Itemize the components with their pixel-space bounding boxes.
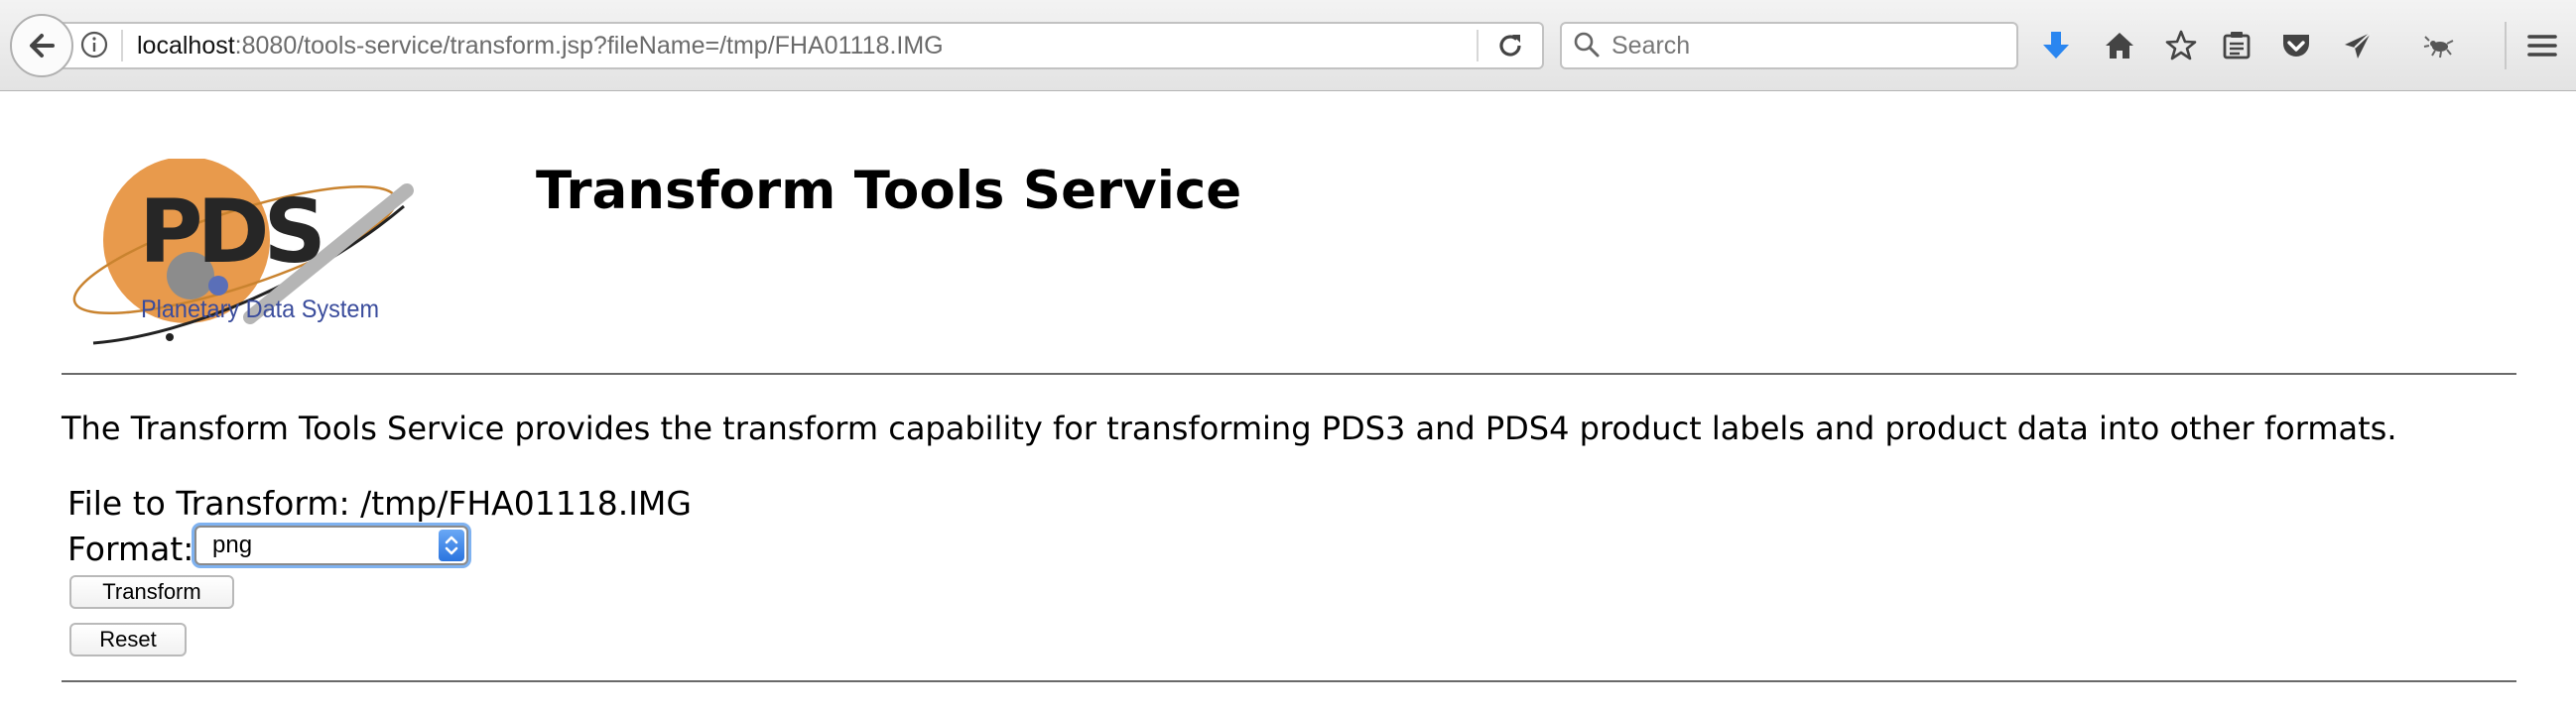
bookmark-star-icon[interactable] (2163, 28, 2199, 63)
logo-letters: PDS (139, 180, 321, 283)
info-icon[interactable] (79, 30, 109, 60)
select-arrows-icon (439, 530, 464, 561)
download-icon[interactable] (2038, 28, 2074, 63)
reset-button[interactable]: Reset (69, 623, 187, 656)
reload-separator (1477, 30, 1479, 61)
url-text[interactable]: localhost:8080/tools-service/transform.j… (137, 30, 944, 61)
pocket-icon[interactable] (2278, 28, 2314, 63)
divider-top (62, 373, 2516, 375)
file-label: File to Transform: (67, 484, 350, 523)
divider-bottom (62, 680, 2516, 682)
send-icon[interactable] (2340, 28, 2376, 63)
home-icon[interactable] (2102, 28, 2137, 63)
logo-caption: Planetary Data System (141, 296, 379, 323)
reload-icon[interactable] (1494, 30, 1526, 61)
transform-button[interactable]: Transform (69, 575, 234, 609)
back-icon (30, 34, 55, 58)
menu-icon[interactable] (2524, 28, 2560, 63)
format-label: Format: (67, 530, 194, 568)
service-description: The Transform Tools Service provides the… (62, 410, 2397, 447)
format-selected-value: png (212, 532, 253, 558)
file-name: /tmp/FHA01118.IMG (360, 484, 692, 523)
extension-bug-icon[interactable] (2421, 28, 2457, 63)
url-separator (121, 30, 123, 61)
file-to-transform: File to Transform: /tmp/FHA01118.IMG (67, 484, 692, 524)
reading-list-icon[interactable] (2219, 28, 2254, 63)
search-input[interactable]: Search (1611, 30, 1690, 61)
url-path: :8080/tools-service/transform.jsp?fileNa… (234, 32, 944, 60)
format-select[interactable]: png (194, 526, 468, 565)
url-host: localhost (137, 32, 235, 60)
toolbar-separator (2505, 22, 2507, 69)
search-icon (1574, 32, 1600, 58)
pds-logo: PDS Planetary Data System (72, 159, 414, 345)
back-button[interactable] (10, 14, 73, 77)
page-title: Transform Tools Service (536, 161, 1242, 221)
